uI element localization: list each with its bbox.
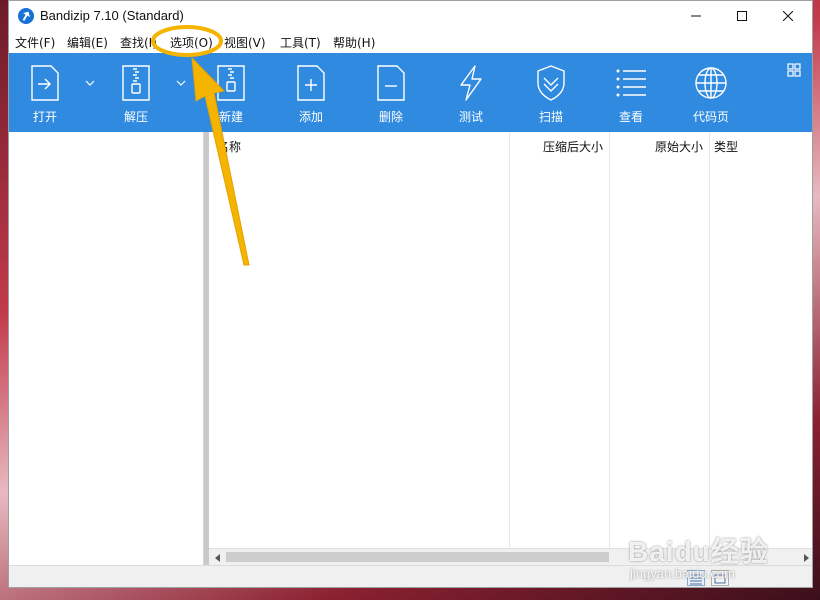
menu-find[interactable]: 查找(I) [120, 34, 157, 51]
extract-dropdown-chevron-down-icon[interactable] [176, 79, 186, 87]
column-divider [609, 132, 610, 548]
file-list[interactable]: 名称 压缩后大小 原始大小 类型 [209, 132, 812, 565]
scroll-right-button[interactable] [797, 549, 812, 566]
extract-button[interactable]: 解压 [106, 53, 166, 132]
scroll-left-button[interactable] [209, 549, 226, 566]
shield-scan-icon [537, 65, 565, 101]
open-button[interactable]: 打开 [15, 53, 75, 132]
menu-edit[interactable]: 编辑(E) [67, 34, 108, 51]
bandizip-logo-icon [18, 8, 34, 24]
close-icon [783, 11, 793, 21]
window-title: Bandizip 7.10 (Standard) [40, 8, 184, 23]
codepage-label: 代码页 [692, 110, 729, 124]
globe-icon [695, 67, 727, 99]
layout-grid-icon[interactable] [787, 63, 801, 77]
codepage-button[interactable]: 代码页 [681, 53, 741, 132]
column-divider [509, 132, 510, 548]
test-label: 测试 [458, 110, 483, 124]
view-button[interactable]: 查看 [601, 53, 661, 132]
view-label: 查看 [618, 110, 643, 124]
chevron-left-icon [214, 553, 220, 562]
menu-view[interactable]: 视图(V) [224, 34, 266, 51]
test-button[interactable]: 测试 [441, 53, 501, 132]
column-divider [709, 132, 710, 548]
list-view-icon [616, 69, 646, 97]
lightning-icon [460, 65, 482, 101]
column-header-name[interactable]: 名称 [217, 138, 241, 155]
add-label: 添加 [298, 110, 323, 124]
extract-zipper-icon [122, 65, 150, 101]
open-dropdown-chevron-down-icon[interactable] [85, 79, 95, 87]
delete-file-icon [377, 65, 405, 101]
column-header-type[interactable]: 类型 [714, 138, 738, 155]
menu-help[interactable]: 帮助(H) [333, 34, 375, 51]
open-archive-icon [31, 65, 59, 101]
watermark-site: jingyan.baidu.com [630, 566, 735, 581]
menu-options[interactable]: 选项(O) [170, 34, 213, 51]
toolbar: 打开 解压 新建 添加 删除 测试 扫描 查看 代码页 [9, 53, 812, 132]
add-file-icon [297, 65, 325, 101]
menu-file[interactable]: 文件(F) [15, 34, 55, 51]
bandizip-window: Bandizip 7.10 (Standard) 文件(F) 编辑(E) 查找(… [8, 0, 813, 588]
open-label: 打开 [32, 110, 57, 124]
add-button[interactable]: 添加 [281, 53, 341, 132]
baidu-watermark-logo: Baidu经验 jingyan.baidu.com [628, 530, 778, 590]
new-archive-icon [217, 65, 245, 101]
close-button[interactable] [765, 1, 811, 31]
minimize-button[interactable] [673, 1, 719, 31]
maximize-button[interactable] [719, 1, 765, 31]
title-bar[interactable]: Bandizip 7.10 (Standard) [9, 1, 812, 31]
maximize-icon [737, 11, 747, 21]
new-archive-button[interactable]: 新建 [201, 53, 261, 132]
minimize-icon [691, 15, 701, 17]
scrollbar-thumb[interactable] [226, 552, 609, 562]
watermark-brand: Baidu经验 [628, 536, 769, 567]
archive-tree-panel[interactable] [9, 132, 204, 565]
chevron-right-icon [803, 553, 809, 562]
column-header-compressed-size[interactable]: 压缩后大小 [543, 138, 603, 155]
menu-tools[interactable]: 工具(T) [280, 34, 321, 51]
column-header-original-size[interactable]: 原始大小 [655, 138, 703, 155]
scan-label: 扫描 [538, 110, 563, 124]
menu-bar: 文件(F) 编辑(E) 查找(I) 选项(O) 视图(V) 工具(T) 帮助(H… [9, 31, 812, 53]
delete-label: 删除 [378, 110, 403, 124]
scan-button[interactable]: 扫描 [521, 53, 581, 132]
extract-label: 解压 [123, 110, 148, 124]
new-archive-label: 新建 [218, 110, 243, 124]
delete-button[interactable]: 删除 [361, 53, 421, 132]
